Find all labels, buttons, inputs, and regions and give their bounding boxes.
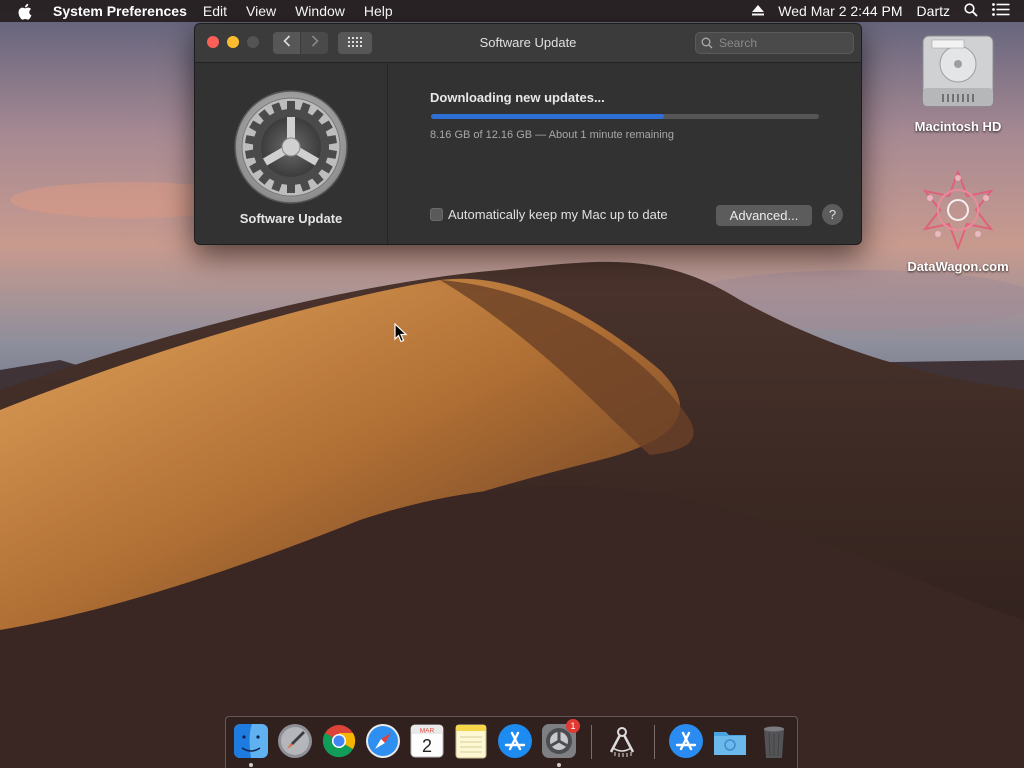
dock-trash[interactable] — [755, 722, 793, 760]
calendar-month: MAR — [420, 728, 435, 735]
menu-view[interactable]: View — [246, 3, 276, 19]
menu-window[interactable]: Window — [295, 3, 345, 19]
running-indicator — [249, 763, 253, 767]
dock-notes[interactable] — [452, 722, 490, 760]
safari-icon — [364, 724, 402, 764]
launchpad-icon — [276, 724, 314, 764]
menu-user[interactable]: Dartz — [917, 3, 950, 19]
desktop-icon-macintosh-hd[interactable]: Macintosh HD — [900, 32, 1016, 134]
download-status-title: Downloading new updates... — [430, 90, 605, 105]
trash-icon — [755, 726, 793, 764]
download-progress-text: 8.16 GB of 12.16 GB — About 1 minute rem… — [430, 129, 674, 141]
download-progress-fill — [431, 114, 664, 119]
dock-separator — [591, 725, 592, 759]
spotlight-search-icon[interactable] — [964, 2, 978, 20]
grid-icon — [348, 34, 362, 52]
dock-utility[interactable] — [603, 722, 641, 760]
auto-update-checkbox[interactable] — [430, 208, 443, 221]
search-input[interactable] — [719, 36, 839, 50]
mouse-cursor-icon — [394, 322, 408, 348]
dock: MAR 2 1 — [225, 716, 798, 768]
calendar-icon: MAR 2 — [408, 724, 446, 764]
dock-applications[interactable] — [667, 722, 705, 760]
minimize-button[interactable] — [227, 36, 239, 48]
help-button[interactable]: ? — [822, 204, 843, 225]
chevron-right-icon — [311, 34, 319, 52]
software-update-window: Software Update Search Software Update D… — [194, 23, 862, 245]
menu-app-name[interactable]: System Preferences — [53, 3, 187, 19]
update-main-panel: Downloading new updates... 8.16 GB of 12… — [388, 63, 861, 244]
dock-downloads[interactable] — [711, 722, 749, 760]
dock-app-store[interactable] — [496, 722, 534, 760]
back-button[interactable] — [273, 32, 300, 54]
forward-button[interactable] — [301, 32, 328, 54]
search-field[interactable] — [695, 32, 854, 54]
show-all-button[interactable] — [338, 32, 372, 54]
dock-safari[interactable] — [364, 722, 402, 760]
chevron-left-icon — [282, 34, 291, 52]
applications-folder-icon — [667, 724, 705, 764]
dock-system-preferences[interactable]: 1 — [540, 719, 580, 767]
auto-update-label[interactable]: Automatically keep my Mac up to date — [448, 207, 668, 222]
downloads-folder-icon — [711, 732, 749, 764]
system-preferences-icon — [540, 724, 578, 764]
hard-drive-icon — [920, 35, 996, 115]
download-progress-bar — [431, 114, 819, 119]
notification-badge: 1 — [566, 719, 580, 733]
desktop-icon-label: Macintosh HD — [914, 119, 1002, 134]
menu-edit[interactable]: Edit — [203, 3, 227, 19]
sidebar-label: Software Update — [239, 211, 343, 226]
software-update-gear-icon — [233, 89, 349, 205]
update-sidebar: Software Update — [195, 63, 388, 244]
calendar-day: 2 — [422, 736, 432, 756]
dock-calendar[interactable]: MAR 2 — [408, 722, 446, 760]
running-indicator — [557, 763, 561, 767]
menu-clock[interactable]: Wed Mar 2 2:44 PM — [778, 3, 902, 19]
window-titlebar[interactable]: Software Update — [195, 24, 861, 63]
apple-menu-icon[interactable] — [17, 3, 39, 20]
dock-chrome[interactable] — [320, 722, 358, 760]
menu-bar: System Preferences Edit View Window Help… — [0, 0, 1024, 22]
eject-icon[interactable] — [752, 3, 765, 19]
dock-finder[interactable] — [232, 722, 270, 767]
gauge-tool-icon — [603, 727, 641, 764]
menu-help[interactable]: Help — [364, 3, 393, 19]
notes-icon — [452, 724, 490, 764]
desktop-icon-label: DataWagon.com — [907, 259, 1009, 274]
search-icon — [701, 37, 713, 49]
notification-center-icon[interactable] — [992, 3, 1010, 19]
app-store-icon — [496, 724, 534, 764]
datawagon-logo-icon — [916, 169, 1000, 255]
advanced-button[interactable]: Advanced... — [716, 205, 812, 226]
zoom-button[interactable] — [247, 36, 259, 48]
chrome-icon — [320, 725, 358, 764]
finder-icon — [232, 724, 270, 764]
dock-separator — [654, 725, 655, 759]
close-button[interactable] — [207, 36, 219, 48]
auto-update-checkbox-row[interactable]: Automatically keep my Mac up to date — [430, 207, 668, 222]
desktop-icon-datawagon[interactable]: DataWagon.com — [900, 168, 1016, 274]
dock-launchpad[interactable] — [276, 722, 314, 760]
